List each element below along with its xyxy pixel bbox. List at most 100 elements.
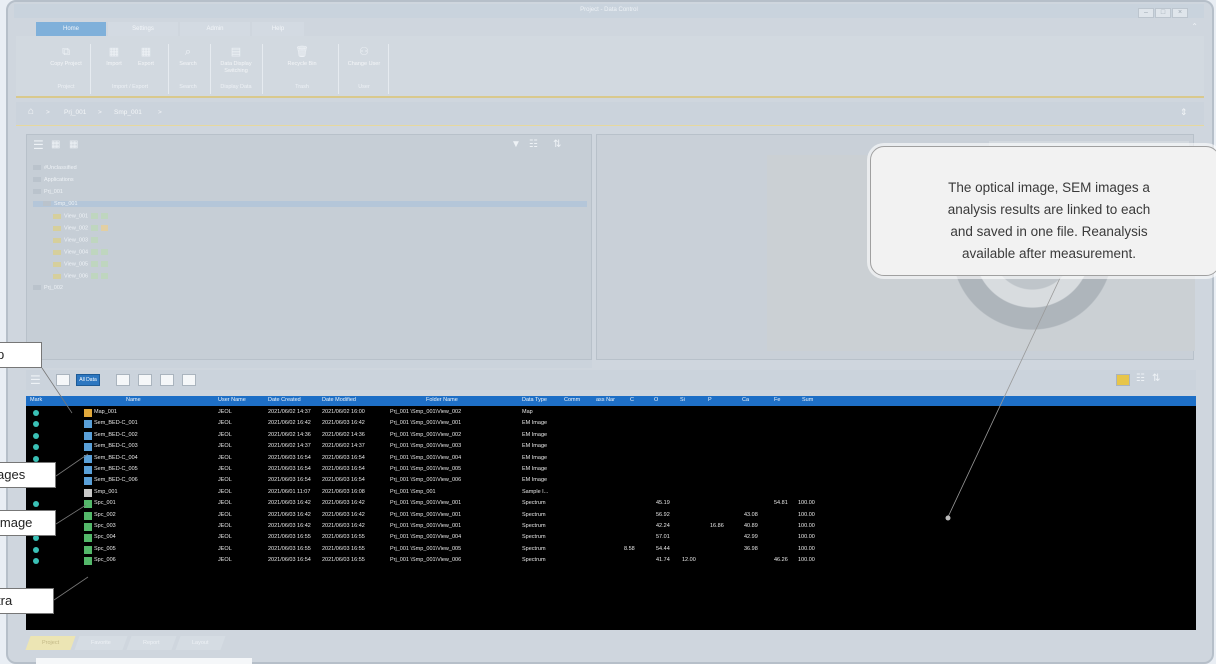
table-row[interactable]: Spc_003 JEOL 2021/06/03 16:42 2021/06/03 16… xyxy=(26,522,1196,532)
mark-dot[interactable] xyxy=(33,455,39,462)
column-header[interactable]: Date Modified xyxy=(322,397,356,403)
tree-item-view-002[interactable]: View_002 xyxy=(53,225,109,231)
mark-dot[interactable] xyxy=(33,535,39,542)
cell-modified: 2021/06/03 16:54 xyxy=(322,454,365,461)
image-view-icon[interactable] xyxy=(116,374,130,386)
column-header[interactable]: Folder Name xyxy=(426,397,458,403)
tree-item-view-004[interactable]: View_004 xyxy=(53,249,109,255)
column-header[interactable]: Mark xyxy=(30,397,42,403)
tree-options-icon[interactable]: ☷ xyxy=(529,139,538,150)
import-icon[interactable]: ▦ xyxy=(51,139,60,150)
column-header[interactable]: Data Type xyxy=(522,397,547,403)
column-options-icon[interactable]: ☷ xyxy=(1136,373,1145,384)
menu-icon[interactable]: ☰ xyxy=(30,373,41,387)
mark-dot[interactable] xyxy=(33,432,39,439)
column-header[interactable]: Comm xyxy=(564,397,580,403)
maximize-button[interactable]: □ xyxy=(1155,8,1171,18)
report-icon[interactable] xyxy=(160,374,174,386)
close-button[interactable]: × xyxy=(1172,8,1188,18)
table-row[interactable]: Spc_001 JEOL 2021/06/03 16:42 2021/06/03 16… xyxy=(26,499,1196,509)
table-row[interactable]: Sem_BED-C_004 JEOL 2021/06/03 16:54 2021/06… xyxy=(26,454,1196,464)
sort-icon[interactable]: ⇅ xyxy=(1152,373,1160,384)
mark-dot[interactable] xyxy=(33,546,39,553)
tab-settings[interactable]: Settings xyxy=(108,22,178,36)
menu-icon[interactable]: ☰ xyxy=(33,138,44,152)
tree-item-view-001[interactable]: View_001 xyxy=(53,213,109,219)
table-row[interactable]: Spc_002 JEOL 2021/06/03 16:42 2021/06/03 16… xyxy=(26,511,1196,521)
export-icon[interactable]: ▦ xyxy=(69,139,78,150)
column-header[interactable]: O xyxy=(654,397,658,403)
search-button[interactable]: ⌕ Search xyxy=(172,42,204,82)
breadcrumb-project[interactable]: Prj_001 xyxy=(64,109,86,116)
expand-panel-icon[interactable]: ⇕ xyxy=(1180,107,1188,118)
tab-admin[interactable]: Admin xyxy=(180,22,250,36)
mark-dot[interactable] xyxy=(33,421,39,428)
table-row[interactable]: Spc_004 JEOL 2021/06/03 16:55 2021/06/03 16… xyxy=(26,533,1196,543)
mark-dot[interactable] xyxy=(33,410,39,416)
label-spectra: tra xyxy=(0,588,54,614)
table-row[interactable]: Smp_001 JEOL 2021/06/01 11:07 2021/06/03 16… xyxy=(26,488,1196,498)
tab-layout[interactable]: Layout xyxy=(174,636,225,650)
column-header[interactable]: Name xyxy=(126,397,141,403)
thumbnail-icon[interactable] xyxy=(1116,374,1130,386)
column-header[interactable]: ass Nar xyxy=(596,397,615,403)
import-button[interactable]: ▦ Import xyxy=(98,42,130,82)
column-header[interactable]: Ca xyxy=(742,397,749,403)
tab-home[interactable]: Home xyxy=(36,22,106,36)
home-icon[interactable]: ⌂ xyxy=(28,106,34,117)
tab-help[interactable]: Help xyxy=(252,22,304,36)
user-icon: ⚇ xyxy=(359,46,369,58)
tree-item-view-006[interactable]: View_006 xyxy=(53,273,109,279)
table-row[interactable]: Sem_BED-C_006 JEOL 2021/06/03 16:54 2021/06… xyxy=(26,476,1196,486)
export-button[interactable]: ▦ Export xyxy=(130,42,162,82)
tab-report[interactable]: Report xyxy=(126,636,177,650)
table-row[interactable]: Spc_005 JEOL 2021/06/03 16:55 2021/06/03 16… xyxy=(26,545,1196,555)
tree-item-project-001[interactable]: Prj_001 xyxy=(33,189,63,195)
tab-project[interactable]: Project xyxy=(25,636,76,650)
tree-item-project-002[interactable]: Prj_002 xyxy=(33,285,63,291)
column-header[interactable]: C xyxy=(630,397,634,403)
panel-splitter[interactable] xyxy=(26,360,592,368)
table-row[interactable]: Sem_BED-C_005 JEOL 2021/06/03 16:54 2021/06… xyxy=(26,465,1196,475)
tree-item-applications[interactable]: Applications xyxy=(33,177,74,183)
title-bar: Project - Data Control – □ × xyxy=(14,4,1204,18)
print-icon[interactable] xyxy=(56,374,70,386)
cell-type: EM Image xyxy=(522,466,548,472)
table-row[interactable]: Sem_BED-C_003 JEOL 2021/06/02 14:37 2021/06… xyxy=(26,442,1196,452)
column-header[interactable]: Date Created xyxy=(268,397,301,403)
column-header[interactable]: Fe xyxy=(774,397,780,403)
cell-name: Sem_BED-C_001 xyxy=(94,420,138,427)
sort-icon[interactable]: ⇅ xyxy=(553,139,561,150)
mark-dot[interactable] xyxy=(33,501,39,508)
collapse-ribbon-icon[interactable]: ⌃ xyxy=(1191,22,1198,31)
tree-item-sample-001[interactable]: Smp_001 xyxy=(33,201,587,207)
column-header[interactable]: Si xyxy=(680,397,685,403)
mark-dot[interactable] xyxy=(33,558,39,565)
data-display-switching-button[interactable]: ▤ Data Display Switching xyxy=(214,42,258,82)
callout-line-1: The optical image, SEM images a xyxy=(948,180,1150,195)
minimize-button[interactable]: – xyxy=(1138,8,1154,18)
column-header[interactable]: User Name xyxy=(218,397,246,403)
column-header[interactable]: P xyxy=(708,397,712,403)
table-row[interactable]: Map_001 JEOL 2021/06/02 14:37 2021/06/02 16… xyxy=(26,408,1196,418)
breadcrumb-sample[interactable]: Smp_001 xyxy=(114,109,142,116)
copy-project-button[interactable]: ⧉ Copy Project xyxy=(50,42,82,82)
change-user-button[interactable]: ⚇ Change User xyxy=(346,42,382,82)
column-header[interactable]: Sum xyxy=(802,397,813,403)
tree-item-unclassified[interactable]: #Unclassified xyxy=(33,165,77,171)
cell-type: EM Image xyxy=(522,454,548,461)
recycle-bin-button[interactable]: 🗑 Recycle Bin xyxy=(282,42,322,82)
tab-favorite[interactable]: Favorite xyxy=(74,636,128,650)
cell-created: 2021/06/03 16:42 xyxy=(268,500,311,507)
all-data-button[interactable]: All Data xyxy=(76,374,100,386)
mark-dot[interactable] xyxy=(33,444,39,451)
table-row[interactable]: Spc_006 JEOL 2021/06/03 16:54 2021/06/03 16… xyxy=(26,556,1196,566)
tree-item-view-005[interactable]: View_005 xyxy=(53,261,109,267)
filter-icon[interactable]: ▼ xyxy=(511,139,521,150)
tree-item-view-003[interactable]: View_003 xyxy=(53,237,99,243)
cell-user: JEOL xyxy=(218,534,232,541)
table-row[interactable]: Sem_BED-C_001 JEOL 2021/06/02 16:42 2021/06… xyxy=(26,419,1196,429)
spectrum-view-icon[interactable] xyxy=(138,374,152,386)
table-row[interactable]: Sem_BED-C_002 JEOL 2021/06/02 14:36 2021/06… xyxy=(26,431,1196,441)
image-list-icon[interactable] xyxy=(182,374,196,386)
